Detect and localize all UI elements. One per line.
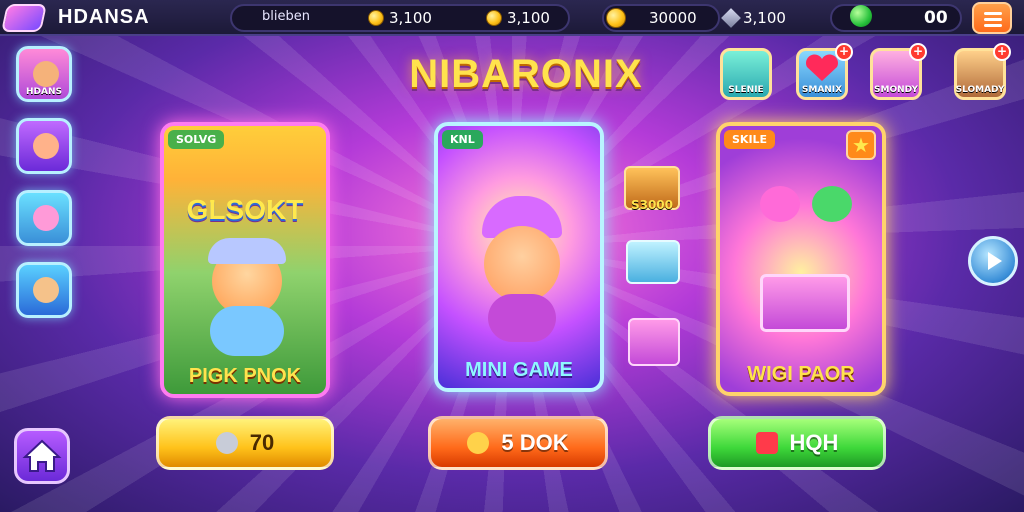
avatar-pink-hat-icon [33,133,59,159]
shop-item-2-label: SMANIX [801,85,843,95]
sidebar-item-1[interactable]: HDANS [16,46,72,102]
premium-value: 00 [924,8,948,28]
shop-item-1[interactable]: SLENIE [720,48,772,100]
currency-4-value: 3,100 [743,9,786,27]
gold-crate[interactable]: S3000 [624,166,680,212]
gold-coin-icon [368,10,384,26]
gnome-body [488,294,556,342]
plus-badge-icon: + [993,43,1011,61]
silver-gem-icon [721,8,741,28]
play-button-3[interactable]: HQH [708,416,886,470]
avatar-pink-cat-icon [33,205,59,231]
play-button-3-label: HQH [789,430,839,455]
silver-trophy-icon [215,432,238,454]
sidebar-item-2[interactable] [16,118,72,174]
currency-3-value: 30000 [649,9,697,27]
home-icon [22,439,62,472]
golden-key-icon [467,432,490,454]
play-button-1[interactable]: 70 [156,416,334,470]
gold-crate-label: S3000 [630,198,674,212]
shop-item-2[interactable]: SMANIX + [796,43,853,100]
card-3-caption: WIGI PAOR [747,363,855,385]
avatar-green-leaf-icon [33,277,59,303]
avatar-orange-hat-icon [33,61,59,87]
play-arrow-icon [988,252,1002,270]
card-1-tag: SOLVG [168,130,225,149]
top-bar: HDANSA blieben 3,100 3,100 30000 3,100 0… [0,0,1024,36]
explorer-hat [208,238,286,264]
shop-item-1-label: SLENIE [728,85,764,95]
sidebar-item-4[interactable] [16,262,72,318]
app-title: HDANSA [58,6,150,28]
user-label: blieben [262,9,310,24]
currency-3: 30000 [606,7,697,29]
shop-item-3[interactable]: SMONDY + [870,43,927,100]
card-2-caption: MINI GAME [465,359,573,381]
home-button[interactable] [14,428,70,484]
card-1-wordart: GLSOKT [186,194,304,225]
sidebar-item-3[interactable] [16,190,72,246]
bow-green-icon [812,186,852,222]
pink-crate-icon[interactable] [628,318,680,366]
hamburger-menu-icon[interactable] [972,2,1012,34]
sidebar-item-1-label: HDANS [26,87,62,97]
shop-item-3-label: SMONDY [874,85,918,95]
green-gem-icon [850,5,872,27]
plus-badge-icon: + [835,43,853,61]
currency-1-value: 3,100 [389,9,432,27]
play-button-2-label: 5 DOK [501,430,569,455]
logo-gem-icon [1,4,47,32]
card-1-caption: PIGK PNOK [188,365,302,387]
play-button-1-label: 70 [249,430,275,455]
star-icon[interactable]: ★ [846,130,876,160]
shop-item-4-label: SLOMADY [955,85,1005,95]
gold-coin-icon [486,10,502,26]
card-2-tag: KNL [442,130,483,149]
next-button[interactable] [968,236,1018,286]
game-title: NIBARONIX [409,52,643,96]
gold-coin-icon [606,8,626,28]
game-card-3[interactable]: SKILE ★ WIGI PAOR [716,122,886,396]
treasure-chest-icon [760,274,850,332]
currency-2: 3,100 [486,7,550,29]
red-gem-icon [755,432,778,454]
currency-2-value: 3,100 [507,9,550,27]
card-3-tag: SKILE [724,130,776,149]
play-button-2[interactable]: 5 DOK [428,416,608,470]
shop-item-4[interactable]: SLOMADY + [954,43,1011,100]
game-card-1[interactable]: SOLVG GLSOKT PIGK PNOK [160,122,330,398]
plus-badge-icon: + [909,43,927,61]
bow-icon [760,186,800,222]
currency-1: 3,100 [368,7,432,29]
gnome-character-icon [484,226,560,302]
currency-4: 3,100 [721,7,786,29]
explorer-body [210,306,284,356]
ice-crate-icon[interactable] [626,240,680,284]
game-card-2[interactable]: KNL MINI GAME [434,122,604,392]
